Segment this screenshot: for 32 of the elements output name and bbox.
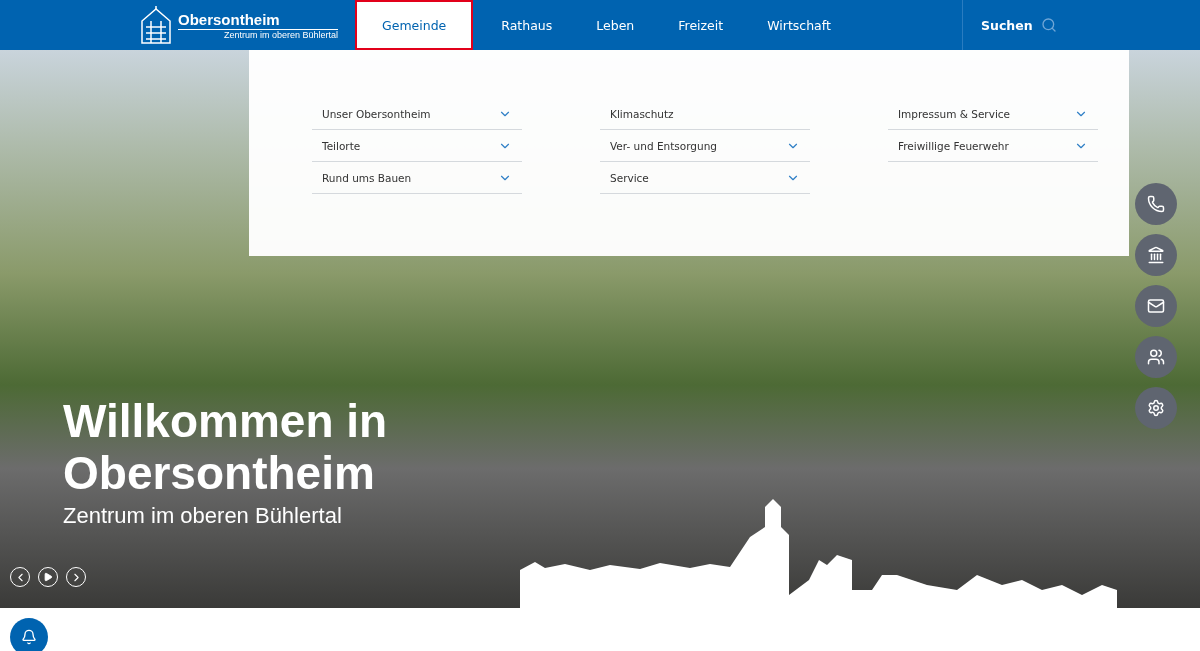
nav-tab[interactable]: Wirtschaft	[745, 0, 853, 50]
side-button[interactable]	[1135, 183, 1177, 225]
menu-item[interactable]: Unser Obersontheim	[312, 98, 522, 130]
nav-tab[interactable]: Freizeit	[656, 0, 746, 50]
town-hall-icon	[140, 5, 172, 45]
menu-item[interactable]: Rund ums Bauen	[312, 162, 522, 194]
nav-tab[interactable]: Gemeinde	[355, 0, 474, 50]
menu-item[interactable]: Klimaschutz	[600, 98, 810, 130]
side-button[interactable]	[1135, 336, 1177, 378]
menu-item[interactable]: Freiwillige Feuerwehr	[888, 130, 1098, 162]
side-button[interactable]	[1135, 387, 1177, 429]
nav-tab[interactable]: Leben	[574, 0, 657, 50]
menu-item[interactable]: Teilorte	[312, 130, 522, 162]
notification-button[interactable]	[10, 618, 48, 651]
logo-name[interactable]: Obersontheim	[178, 10, 338, 30]
search-icon	[1040, 17, 1057, 33]
side-button[interactable]	[1135, 285, 1177, 327]
hero-title: Willkommen in Obersontheim	[63, 395, 389, 499]
building-icon	[1147, 246, 1165, 264]
menu-item[interactable]: Impressum & Service	[888, 98, 1098, 130]
bell-icon	[21, 629, 37, 645]
menu-item[interactable]: Ver- und Entsorgung	[600, 130, 810, 162]
people-icon	[1147, 348, 1165, 366]
hero-subtitle: Zentrum im oberen Bühlertal	[63, 503, 343, 529]
menu-item[interactable]: Service	[600, 162, 810, 194]
nav-tab[interactable]: Rathaus	[479, 0, 575, 50]
side-button[interactable]	[1135, 234, 1177, 276]
phone-icon	[1147, 195, 1165, 213]
play-icon	[43, 572, 53, 582]
settings-icon	[1147, 399, 1165, 417]
logo-tagline: Zentrum im oberen Bühlertal	[222, 29, 338, 40]
mail-icon	[1147, 297, 1165, 315]
